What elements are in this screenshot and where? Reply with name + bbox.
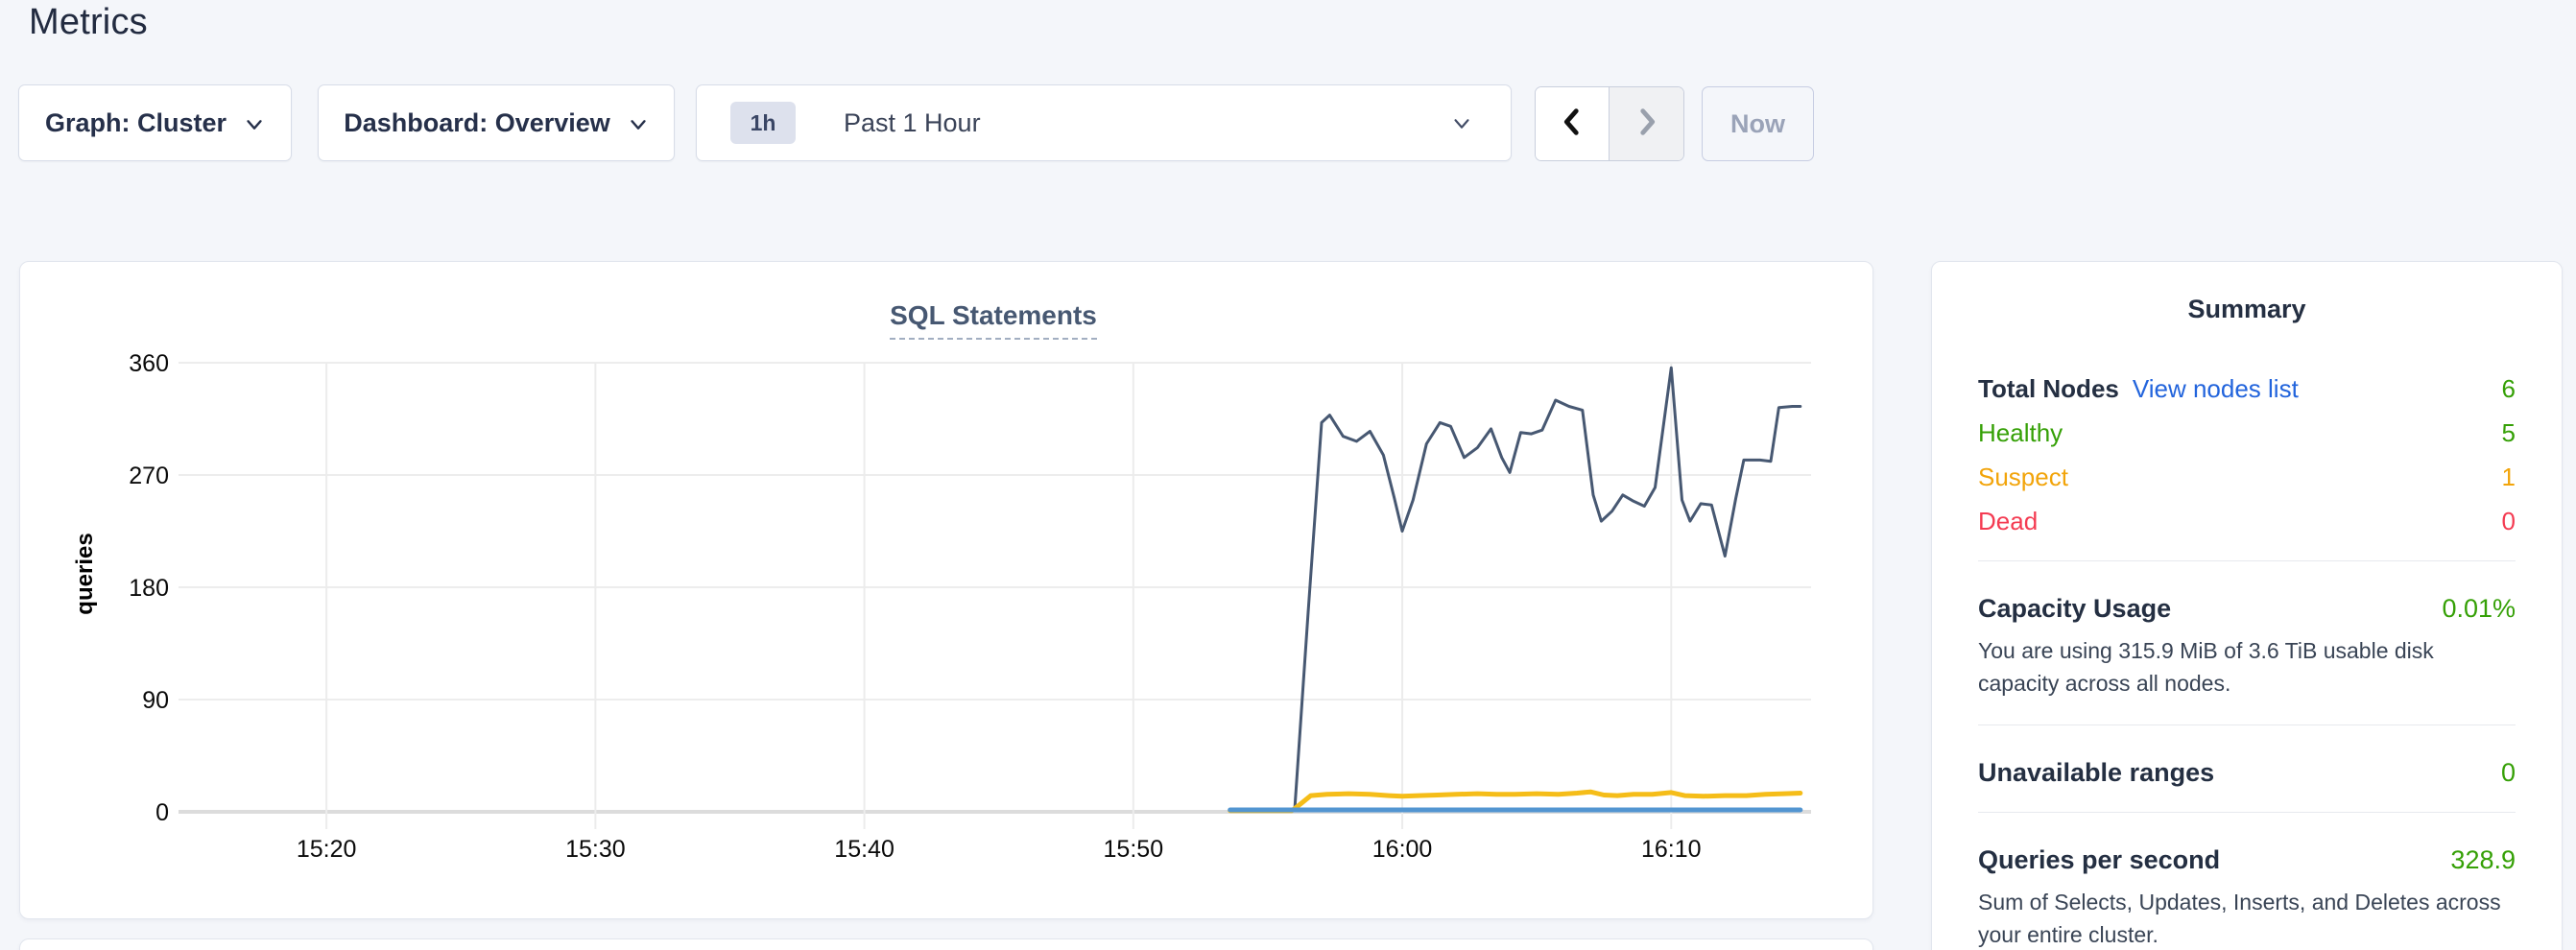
- total-nodes-label: Total Nodes: [1978, 374, 2119, 403]
- unavailable-ranges-value: 0: [2501, 758, 2516, 787]
- queries-per-second-label: Queries per second: [1978, 845, 2220, 874]
- capacity-usage-description: You are using 315.9 MiB of 3.6 TiB usabl…: [1978, 634, 2516, 700]
- summary-row-suspect: Suspect 1: [1978, 463, 2516, 491]
- time-range-label: Past 1 Hour: [844, 108, 981, 138]
- sql-statements-plot[interactable]: 0 90 180 270 360 15:20 15:30 15:40 15:50 16:00 16:…: [20, 262, 1874, 920]
- svg-text:15:50: 15:50: [1104, 836, 1164, 863]
- healthy-label: Healthy: [1978, 418, 2063, 447]
- summary-panel: Summary Total Nodes View nodes list 6 He…: [1931, 261, 2563, 950]
- svg-text:15:20: 15:20: [297, 836, 357, 863]
- capacity-usage-label: Capacity Usage: [1978, 594, 2171, 623]
- total-nodes-value: 6: [2502, 374, 2516, 403]
- capacity-usage-section: Capacity Usage 0.01% You are using 315.9…: [1978, 561, 2516, 700]
- dashboard-dropdown[interactable]: Dashboard: Overview: [318, 84, 675, 161]
- chevron-down-icon: [628, 114, 649, 135]
- node-status-list: Total Nodes View nodes list 6 Healthy 5 …: [1978, 374, 2516, 535]
- chevron-down-icon: [1451, 113, 1472, 139]
- graph-dropdown[interactable]: Graph: Cluster: [18, 84, 292, 161]
- page-title: Metrics: [29, 2, 148, 43]
- summary-row-dead: Dead 0: [1978, 507, 2516, 535]
- dashboard-dropdown-label: Dashboard: Overview: [344, 108, 610, 138]
- svg-text:15:40: 15:40: [834, 836, 894, 863]
- svg-text:15:30: 15:30: [565, 836, 626, 863]
- svg-text:90: 90: [142, 687, 169, 714]
- capacity-usage-value: 0.01%: [2442, 594, 2516, 623]
- chevron-down-icon: [244, 114, 265, 135]
- suspect-value: 1: [2502, 463, 2516, 491]
- chevron-left-icon: [1556, 106, 1588, 143]
- svg-text:16:10: 16:10: [1641, 836, 1702, 863]
- next-chart-card: [19, 938, 1873, 950]
- dead-value: 0: [2502, 507, 2516, 535]
- summary-row-healthy: Healthy 5: [1978, 418, 2516, 447]
- time-step-buttons: [1535, 86, 1684, 161]
- svg-text:180: 180: [129, 575, 169, 602]
- sql-statements-chart-card: SQL Statements queries 09018027036015:20…: [19, 261, 1873, 919]
- unavailable-ranges-label: Unavailable ranges: [1978, 758, 2214, 787]
- svg-text:360: 360: [129, 350, 169, 377]
- queries-per-second-description: Sum of Selects, Updates, Inserts, and De…: [1978, 886, 2516, 950]
- svg-text:270: 270: [129, 463, 169, 489]
- next-time-button[interactable]: [1610, 87, 1683, 160]
- now-button[interactable]: Now: [1702, 86, 1814, 161]
- chevron-right-icon: [1631, 106, 1663, 143]
- unavailable-ranges-section: Unavailable ranges 0: [1978, 725, 2516, 787]
- summary-row-total-nodes: Total Nodes View nodes list 6: [1978, 374, 2516, 403]
- time-range-badge: 1h: [730, 102, 796, 144]
- svg-text:16:00: 16:00: [1372, 836, 1433, 863]
- graph-dropdown-label: Graph: Cluster: [45, 108, 227, 138]
- queries-per-second-section: Queries per second 328.9 Sum of Selects,…: [1978, 813, 2516, 950]
- chart-series-navy-line: [1230, 368, 1801, 810]
- dead-label: Dead: [1978, 507, 2038, 535]
- queries-per-second-value: 328.9: [2450, 845, 2516, 874]
- previous-time-button[interactable]: [1536, 87, 1610, 160]
- time-range-picker[interactable]: 1h Past 1 Hour: [696, 84, 1512, 161]
- svg-text:0: 0: [155, 799, 169, 826]
- summary-heading: Summary: [1978, 295, 2516, 324]
- suspect-label: Suspect: [1978, 463, 2068, 491]
- healthy-value: 5: [2502, 418, 2516, 447]
- view-nodes-list-link[interactable]: View nodes list: [2133, 374, 2299, 403]
